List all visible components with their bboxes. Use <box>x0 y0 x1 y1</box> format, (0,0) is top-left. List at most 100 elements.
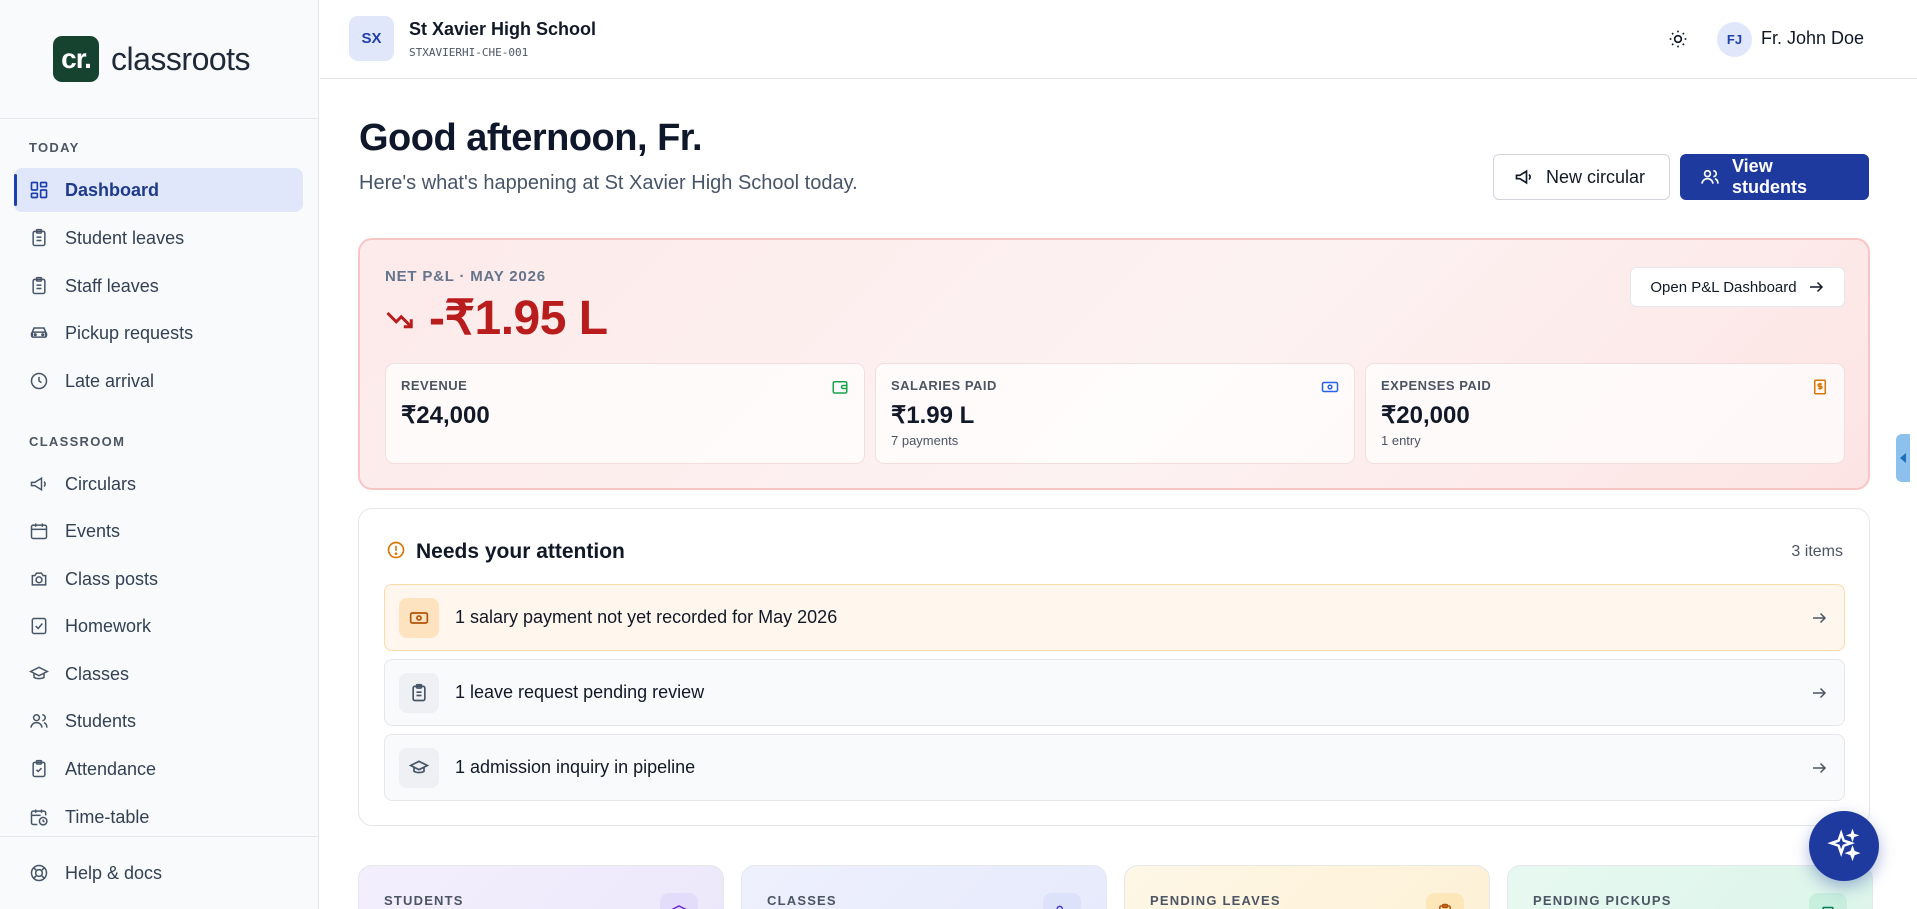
clipboard-icon <box>1426 893 1464 909</box>
alert-circle-icon <box>387 541 405 559</box>
tile-pending-leaves[interactable]: PENDING LEAVES <box>1124 865 1490 909</box>
new-circular-label: New circular <box>1546 166 1646 187</box>
sidebar-item-label: Time-table <box>65 806 150 827</box>
section-label-today: TODAY <box>29 140 80 155</box>
sidebar-item-label: Students <box>65 710 137 731</box>
school-avatar[interactable]: SX <box>349 16 394 61</box>
tile-classes[interactable]: CLASSES <box>741 865 1107 909</box>
logo-mark: cr. <box>53 36 99 82</box>
sidebar-item-help[interactable]: Help & docs <box>14 851 303 895</box>
section-label-classroom: CLASSROOM <box>29 434 126 449</box>
attention-item-text: 1 admission inquiry in pipeline <box>455 757 696 777</box>
attention-count: 3 items <box>1791 543 1843 560</box>
stat-label: SALARIES PAID <box>891 378 997 393</box>
open-pl-dashboard-button[interactable]: Open P&L Dashboard <box>1630 267 1845 307</box>
banknote-icon <box>1321 381 1339 393</box>
school-code: STXAVIERHI-CHE-001 <box>409 46 529 59</box>
sidebar-item-label: Events <box>65 520 121 541</box>
sidebar-item-time-table[interactable]: Time-table <box>14 795 303 839</box>
tile-students[interactable]: STUDENTS <box>358 865 724 909</box>
attention-item[interactable]: 1 admission inquiry in pipeline <box>384 734 1845 801</box>
sidebar-item-staff-leaves[interactable]: Staff leaves <box>14 264 303 308</box>
stat-label: EXPENSES PAID <box>1381 378 1492 393</box>
topbar: SX St Xavier High School STXAVIERHI-CHE-… <box>320 0 1917 79</box>
sidebar-item-circulars[interactable]: Circulars <box>14 462 303 506</box>
sidebar-item-classes[interactable]: Classes <box>14 652 303 696</box>
megaphone-icon <box>1515 169 1531 185</box>
lifebuoy-icon <box>29 863 49 883</box>
sidebar-item-label: Student leaves <box>65 227 185 248</box>
sidebar-item-label: Help & docs <box>65 862 163 883</box>
tile-pending-pickups[interactable]: PENDING PICKUPS <box>1507 865 1873 909</box>
sidebar-item-late-arrival[interactable]: Late arrival <box>14 359 303 403</box>
divider <box>0 836 319 837</box>
stat-value: ₹1.99 L <box>891 402 975 429</box>
arrow-right-icon <box>1813 612 1827 624</box>
page-subtitle: Here's what's happening at St Xavier Hig… <box>359 172 858 194</box>
sidebar-item-label: Dashboard <box>65 179 160 200</box>
clipboard-check-icon <box>29 759 49 779</box>
users-icon <box>1701 169 1719 184</box>
stat-salaries: SALARIES PAID ₹1.99 L 7 payments <box>875 363 1355 464</box>
pl-value: -₹1.95 L <box>429 292 608 345</box>
users-icon <box>1043 893 1081 909</box>
sidebar-item-label: Circulars <box>65 473 137 494</box>
graduation-cap-icon <box>660 893 698 909</box>
sidebar-item-dashboard[interactable]: Dashboard <box>14 168 303 212</box>
attention-item-text: 1 salary payment not yet recorded for Ma… <box>455 607 838 627</box>
sidebar-item-class-posts[interactable]: Class posts <box>14 557 303 601</box>
sidebar: cr. classroots TODAY Dashboard Student l… <box>0 0 319 909</box>
view-students-button[interactable]: View students <box>1680 154 1869 200</box>
calendar-clock-icon <box>29 807 49 827</box>
tile-label: PENDING LEAVES <box>1150 893 1281 908</box>
camera-icon <box>29 569 49 589</box>
stat-value: ₹24,000 <box>401 402 490 429</box>
ai-assistant-button[interactable] <box>1809 811 1879 881</box>
pl-label: NET P&L · MAY 2026 <box>385 268 546 285</box>
graduation-cap-icon <box>399 747 439 788</box>
wallet-icon <box>832 381 848 394</box>
sidebar-item-student-leaves[interactable]: Student leaves <box>14 216 303 260</box>
dashboard-icon <box>29 180 49 200</box>
view-students-label: View students <box>1732 156 1808 197</box>
sidebar-item-label: Class posts <box>65 568 159 589</box>
brand-logo[interactable]: cr. classroots <box>53 36 251 82</box>
attention-item-text: 1 leave request pending review <box>455 682 705 702</box>
pl-value-row: -₹1.95 L <box>385 290 608 346</box>
megaphone-icon <box>29 474 49 494</box>
new-circular-button[interactable]: New circular <box>1493 154 1670 200</box>
car-icon <box>29 323 49 343</box>
sparkles-icon <box>1827 829 1861 862</box>
user-avatar[interactable]: FJ <box>1717 22 1752 57</box>
banknote-icon <box>399 597 439 638</box>
checklist-icon <box>29 616 49 636</box>
attention-item[interactable]: 1 leave request pending review <box>384 659 1845 726</box>
sidebar-item-students[interactable]: Students <box>14 699 303 743</box>
chevron-left-icon <box>1900 453 1906 463</box>
user-name[interactable]: Fr. John Doe <box>1761 28 1864 49</box>
page-title: Good afternoon, Fr. <box>359 117 703 159</box>
sidebar-item-label: Staff leaves <box>65 275 159 296</box>
tile-label: STUDENTS <box>384 893 464 908</box>
attention-item[interactable]: 1 salary payment not yet recorded for Ma… <box>384 584 1845 651</box>
clipboard-icon <box>29 276 49 296</box>
clipboard-icon <box>399 672 439 713</box>
sidebar-item-attendance[interactable]: Attendance <box>14 747 303 791</box>
stat-sub: 7 payments <box>891 433 959 448</box>
school-name: St Xavier High School <box>409 19 597 39</box>
calendar-icon <box>29 521 49 541</box>
sidebar-item-homework[interactable]: Homework <box>14 604 303 648</box>
sidebar-item-events[interactable]: Events <box>14 509 303 553</box>
arrow-right-icon <box>1813 762 1827 774</box>
side-panel-handle[interactable] <box>1896 434 1910 482</box>
car-icon <box>1809 893 1847 909</box>
trending-down-icon <box>386 311 413 329</box>
stat-expenses: EXPENSES PAID ₹20,000 1 entry <box>1365 363 1845 464</box>
theme-toggle-button[interactable] <box>1665 26 1691 52</box>
graduation-cap-icon <box>29 664 49 684</box>
sun-icon <box>1669 30 1687 48</box>
attention-title: Needs your attention <box>416 540 625 563</box>
arrow-right-icon <box>1809 281 1823 293</box>
sidebar-item-pickup-requests[interactable]: Pickup requests <box>14 311 303 355</box>
sidebar-item-label: Pickup requests <box>65 322 194 343</box>
